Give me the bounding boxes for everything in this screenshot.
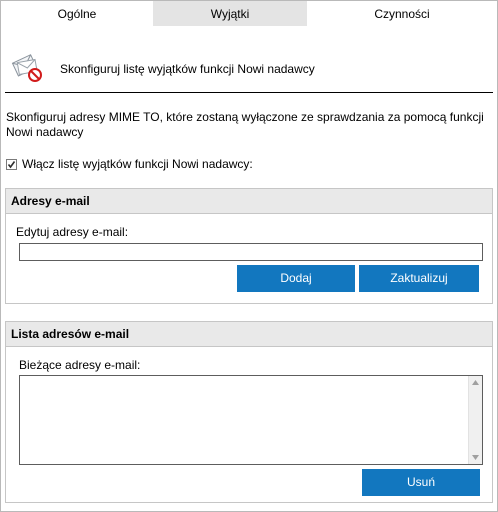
page-title: Skonfiguruj listę wyjątków funkcji Nowi … <box>60 62 315 76</box>
tab-exceptions[interactable]: Wyjątki <box>153 1 307 26</box>
update-button[interactable]: Zaktualizuj <box>359 265 479 292</box>
remove-button[interactable]: Usuń <box>362 469 480 496</box>
list-scrollbar[interactable] <box>468 376 482 464</box>
current-emails-label: Bieżące adresy e-mail: <box>19 358 141 372</box>
email-exception-icon <box>9 48 45 84</box>
scroll-down-icon[interactable] <box>472 455 479 460</box>
add-button[interactable]: Dodaj <box>237 265 355 292</box>
scroll-up-icon[interactable] <box>472 380 479 385</box>
header-divider <box>5 92 493 93</box>
email-addresses-panel: Adresy e-mail Edytuj adresy e-mail: Doda… <box>5 188 493 304</box>
enable-exceptions-label: Włącz listę wyjątków funkcji Nowi nadawc… <box>22 157 253 171</box>
description-text: Skonfiguruj adresy MIME TO, które zostan… <box>6 110 484 139</box>
edit-email-label: Edytuj adresy e-mail: <box>16 225 129 239</box>
email-list-title: Lista adresów e-mail <box>6 322 492 347</box>
dialog-frame: Ogólne Wyjątki Czynności Skonfiguruj lis… <box>0 0 498 512</box>
enable-exceptions-row[interactable]: Włącz listę wyjątków funkcji Nowi nadawc… <box>6 156 253 172</box>
tab-general[interactable]: Ogólne <box>1 1 153 26</box>
tab-bar: Ogólne Wyjątki Czynności <box>1 1 497 26</box>
email-addresses-title: Adresy e-mail <box>6 189 492 214</box>
enable-exceptions-checkbox[interactable] <box>6 158 17 170</box>
current-emails-list[interactable] <box>19 375 483 465</box>
tab-actions[interactable]: Czynności <box>307 1 497 26</box>
page-header: Skonfiguruj listę wyjątków funkcji Nowi … <box>1 45 497 91</box>
email-list-panel: Lista adresów e-mail Bieżące adresy e-ma… <box>5 321 493 503</box>
edit-email-input[interactable] <box>19 243 483 261</box>
